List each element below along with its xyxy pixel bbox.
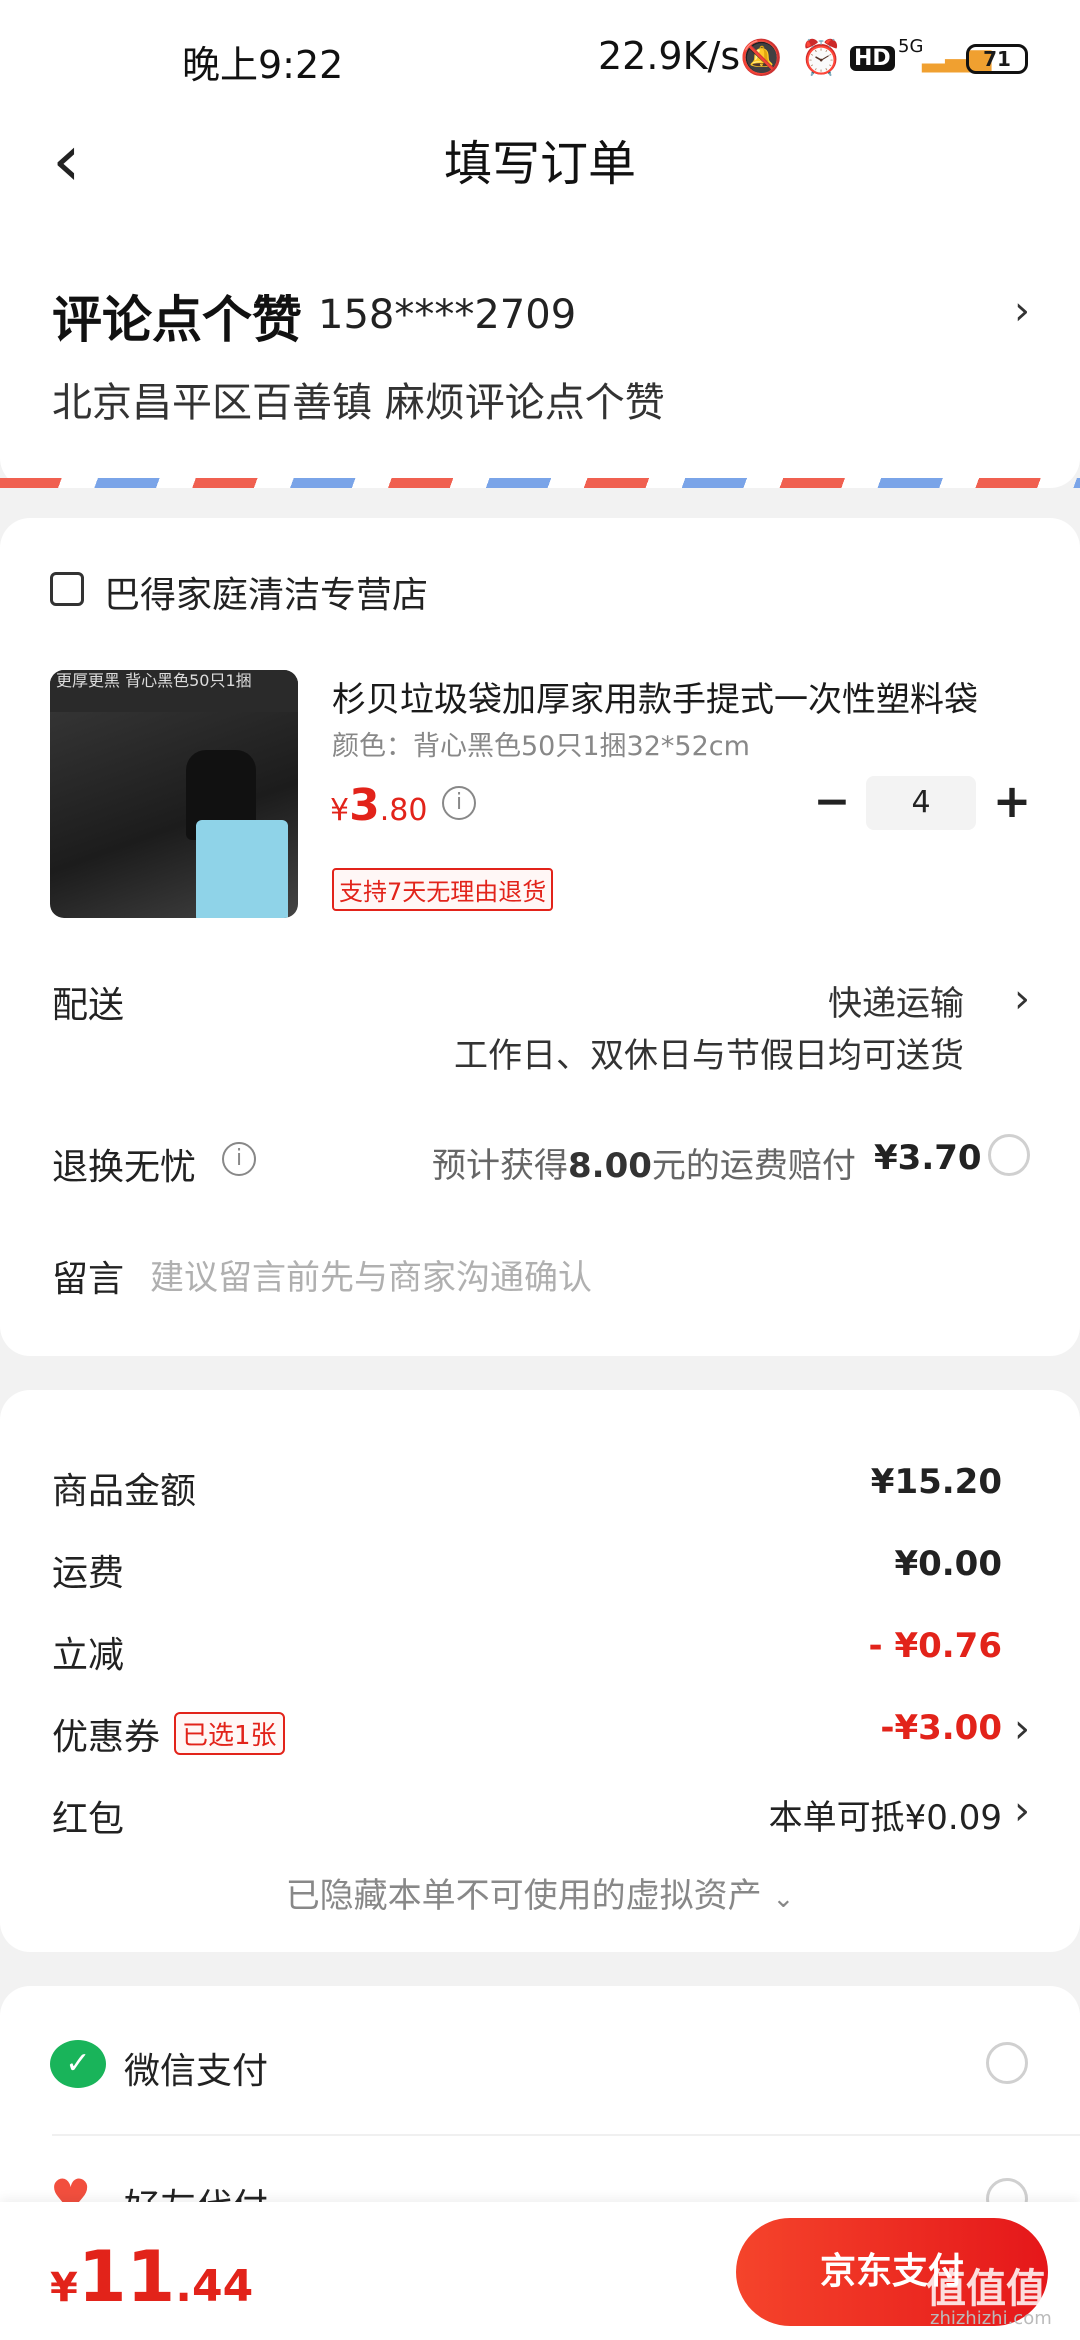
chevron-down-icon: ⌄ (772, 1884, 795, 1914)
total-decimal: .44 (175, 2261, 254, 2312)
return-worry-desc: 预计获得8.00元的运费赔付 (432, 1138, 856, 1187)
return-desc-suffix: 元的运费赔付 (651, 1146, 856, 1186)
delivery-label: 配送 (52, 985, 125, 1026)
divider (52, 2134, 1080, 2136)
delivery-note: 工作日、双休日与节假日均可送货 (454, 1036, 964, 1076)
wechat-pay-label[interactable]: 微信支付 (124, 2042, 268, 2094)
quantity-increase-button[interactable]: + (990, 774, 1034, 828)
shipping-label: 运费 (52, 1553, 125, 1594)
hidden-assets-text: 已隐藏本单不可使用的虚拟资产 (285, 1876, 762, 1916)
product-price: ¥3.80 (330, 780, 427, 831)
store-icon (50, 572, 84, 606)
network-speed: 22.9K/s (598, 34, 741, 78)
hidden-assets-toggle[interactable]: 已隐藏本单不可使用的虚拟资产 ⌄ (0, 1868, 1080, 1917)
recipient-phone: 158****2709 (318, 292, 577, 338)
shipping-value: ¥0.00 (894, 1544, 1002, 1584)
quantity-field[interactable]: 4 (866, 776, 976, 830)
redpacket-value[interactable]: 本单可抵¥0.09 (769, 1790, 1002, 1839)
info-icon[interactable]: i (222, 1142, 256, 1176)
chevron-right-icon[interactable]: › (1014, 1706, 1030, 1752)
chevron-left-icon[interactable]: ‹ (52, 124, 81, 196)
chevron-right-icon[interactable]: › (1014, 288, 1030, 334)
price-integer: 3 (349, 780, 380, 831)
price-currency: ¥ (330, 793, 350, 828)
discount-value: - ¥0.76 (868, 1626, 1003, 1666)
bin-graphic (196, 820, 288, 918)
message-label: 留言 (52, 1259, 125, 1300)
redpacket-label: 红包 (52, 1799, 125, 1840)
delivery-method[interactable]: 快递运输 (828, 976, 964, 1025)
total-currency: ¥ (50, 2265, 78, 2311)
store-name[interactable]: 巴得家庭清洁专营店 (104, 566, 428, 618)
chevron-right-icon[interactable]: › (1014, 976, 1030, 1022)
page-title: 填写订单 (443, 136, 636, 192)
return-worry-radio[interactable] (988, 1134, 1030, 1176)
message-input[interactable]: 建议留言前先与商家沟通确认 (150, 1250, 592, 1299)
return-worry-label: 退换无忧 (52, 1147, 197, 1188)
wechat-pay-radio[interactable] (986, 2042, 1028, 2084)
total-integer: 11 (77, 2236, 176, 2318)
goods-amount-label: 商品金额 (52, 1471, 197, 1512)
order-total: ¥11.44 (50, 2236, 253, 2318)
watermark-url: zhizhizhi.com (930, 2308, 1052, 2329)
hd-icon: HD (850, 46, 895, 71)
network-type: 5G (898, 36, 924, 57)
product-spec[interactable]: 颜色：背心黑色50只1捆32*52cm (332, 724, 750, 763)
coupon-label: 优惠券 (52, 1717, 161, 1758)
coupon-selected-badge[interactable]: 已选1张 (174, 1712, 285, 1755)
address-detail: 北京昌平区百善镇 麻烦评论点个赞 (52, 380, 665, 426)
alarm-icon: ⏰ (800, 38, 843, 78)
chevron-right-icon[interactable]: › (1014, 1788, 1030, 1834)
return-desc-amount: 8.00 (568, 1146, 652, 1186)
discount-label: 立减 (52, 1635, 125, 1676)
battery-icon: 71 (966, 44, 1028, 74)
price-decimal: .80 (379, 793, 428, 828)
info-icon[interactable]: i (442, 786, 476, 820)
return-policy-badge: 支持7天无理由退货 (332, 868, 554, 911)
return-desc-prefix: 预计获得 (432, 1146, 568, 1186)
airmail-stripe (0, 478, 1080, 488)
mute-icon: 🔕 (740, 38, 783, 78)
goods-amount-value: ¥15.20 (870, 1462, 1002, 1502)
coupon-value[interactable]: -¥3.00 (880, 1708, 1002, 1748)
product-title[interactable]: 杉贝垃圾袋加厚家用款手提式一次性塑料袋 (332, 672, 1032, 721)
wechat-pay-icon: ✓ (50, 2040, 106, 2088)
return-worry-price: ¥3.70 (874, 1138, 982, 1178)
recipient-name: 评论点个赞 (52, 291, 302, 349)
quantity-decrease-button[interactable]: − (812, 776, 852, 827)
product-image[interactable]: 更厚更黑 背心黑色50只1捆 (50, 670, 298, 918)
watermark-logo: 值值值 (926, 2266, 1046, 2312)
status-time: 晚上9:22 (182, 43, 344, 87)
product-image-tag: 更厚更黑 背心黑色50只1捆 (50, 670, 298, 712)
product-card (0, 518, 1080, 1356)
